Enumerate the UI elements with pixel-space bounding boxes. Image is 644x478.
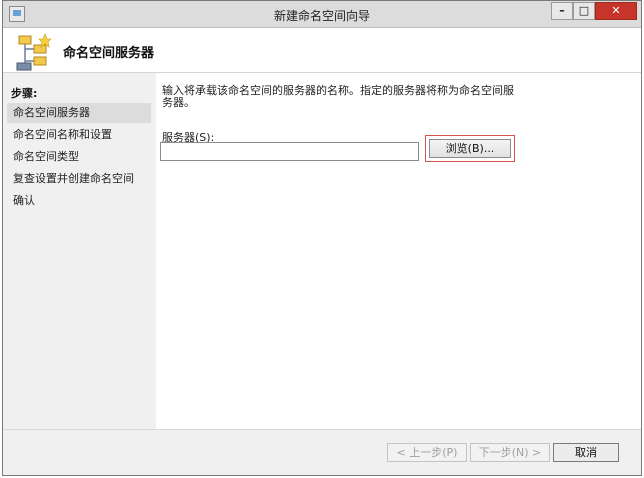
steps-label: 步骤: [11,87,38,100]
next-button[interactable]: 下一步(N) > [470,443,550,462]
maximize-button[interactable]: □ [573,2,595,20]
browse-button[interactable]: 浏览(B)... [429,139,511,158]
button-bar: < 上一步(P) 下一步(N) > 取消 [3,429,641,475]
minimize-button[interactable]: – [551,2,573,20]
step-namespace-name-settings[interactable]: 命名空间名称和设置 [7,125,151,145]
server-input[interactable] [160,142,419,161]
wizard-window: 新建命名空间向导 – □ ✕ 命名空间服务器 步骤: 命名空间服务器 命名空间名… [2,0,642,476]
close-button[interactable]: ✕ [595,2,637,20]
title-bar[interactable]: 新建命名空间向导 – □ ✕ [3,1,641,28]
wizard-header: 命名空间服务器 [3,28,641,73]
cancel-button[interactable]: 取消 [553,443,619,462]
step-namespace-type[interactable]: 命名空间类型 [7,147,151,167]
window-title: 新建命名空间向导 [273,9,370,23]
instruction-text: 输入将承载该命名空间的服务器的名称。指定的服务器将称为命名空间服务器。 [162,84,514,109]
steps-pane: 步骤: 命名空间服务器 命名空间名称和设置 命名空间类型 复查设置并创建命名空间… [3,73,153,429]
content-pane: 输入将承载该命名空间的服务器的名称。指定的服务器将称为命名空间服务器。 服务器(… [156,73,641,429]
wizard-namespace-icon [16,33,51,71]
step-namespace-server[interactable]: 命名空间服务器 [7,103,151,123]
step-confirmation[interactable]: 确认 [7,191,151,211]
previous-button[interactable]: < 上一步(P) [387,443,467,462]
step-review-create[interactable]: 复查设置并创建命名空间 [7,169,151,189]
page-title: 命名空间服务器 [63,46,155,61]
